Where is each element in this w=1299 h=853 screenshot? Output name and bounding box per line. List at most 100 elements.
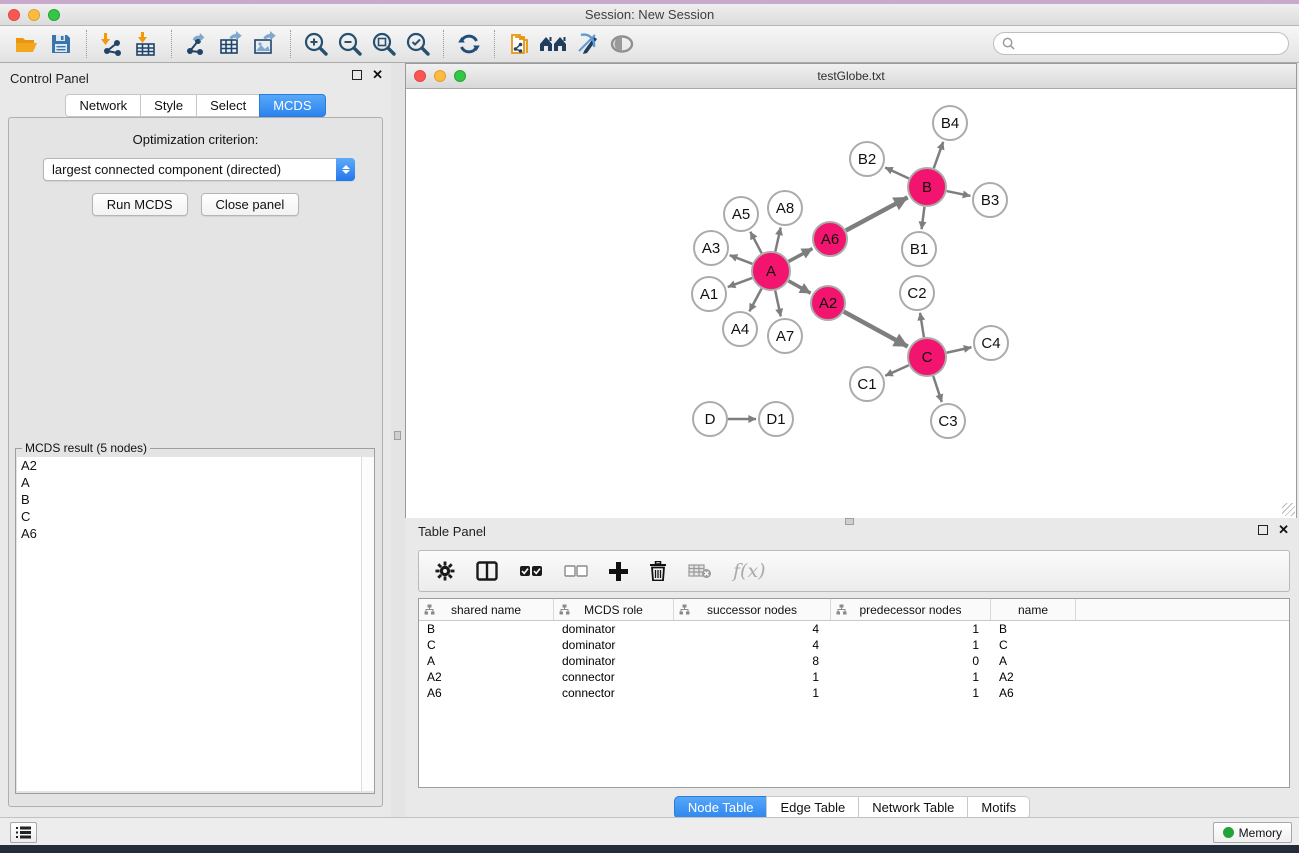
edge-C-C2[interactable]	[920, 313, 924, 337]
splitter-handle[interactable]	[394, 431, 401, 440]
node-label-B1: B1	[910, 241, 928, 258]
edge-A-A3[interactable]	[730, 255, 753, 264]
edge-C-C1[interactable]	[885, 365, 909, 376]
zoom-selected-button[interactable]	[401, 29, 435, 59]
result-item[interactable]: A	[17, 474, 361, 491]
result-item[interactable]: C	[17, 508, 361, 525]
cell: A2	[419, 669, 554, 685]
tab-edge-table[interactable]: Edge Table	[766, 796, 858, 819]
tab-network[interactable]: Network	[65, 94, 140, 117]
close-panel-icon[interactable]: ✕	[1278, 525, 1289, 535]
tab-select[interactable]: Select	[196, 94, 259, 117]
close-panel-button[interactable]: Close panel	[201, 193, 300, 216]
edge-C-C3[interactable]	[933, 376, 942, 402]
criterion-select[interactable]: largest connected component (directed)	[43, 158, 355, 181]
result-list-scrollbar[interactable]	[361, 457, 374, 791]
node-label-A8: A8	[776, 200, 794, 217]
cell: B	[991, 621, 1076, 637]
window-resize-grip[interactable]	[1282, 503, 1295, 516]
edge-A-A6[interactable]	[789, 249, 813, 262]
edge-B-B4[interactable]	[934, 142, 943, 168]
table-row[interactable]: A2connector11A2	[419, 669, 1289, 685]
column-header-MCDS-role[interactable]: MCDS role	[554, 599, 674, 620]
result-item[interactable]: A2	[17, 457, 361, 474]
edge-A2-C[interactable]	[844, 312, 908, 347]
import-table-button[interactable]	[129, 29, 163, 59]
edge-A-A1[interactable]	[728, 278, 752, 287]
toolbar-separator	[443, 30, 444, 58]
export-table-button[interactable]	[214, 29, 248, 59]
tab-style[interactable]: Style	[140, 94, 196, 117]
close-network-button[interactable]	[414, 70, 426, 82]
close-panel-icon[interactable]: ✕	[372, 70, 383, 80]
hide-graphics-details-button[interactable]	[571, 29, 605, 59]
tab-node-table[interactable]: Node Table	[674, 796, 767, 819]
search-input[interactable]	[1019, 37, 1269, 51]
export-network-button[interactable]	[180, 29, 214, 59]
delete-table-button[interactable]	[688, 563, 712, 579]
cell: A	[419, 653, 554, 669]
zoom-in-button[interactable]	[299, 29, 333, 59]
zoom-out-button[interactable]	[333, 29, 367, 59]
show-columns-button[interactable]	[476, 561, 498, 581]
column-header-shared-name[interactable]: shared name	[419, 599, 554, 620]
network-graph[interactable]: B4B2BB3A8A5A6A3B1AA1C2A2A4A7C4CC1C3DD1	[406, 90, 1296, 518]
minimize-network-button[interactable]	[434, 70, 446, 82]
import-network-button[interactable]	[95, 29, 129, 59]
minimize-window-button[interactable]	[28, 9, 40, 21]
table-settings-button[interactable]	[435, 561, 455, 581]
save-session-button[interactable]	[44, 29, 78, 59]
edge-A6-B[interactable]	[846, 197, 908, 230]
table-row[interactable]: Bdominator41B	[419, 621, 1289, 637]
edge-B-B3[interactable]	[947, 191, 971, 196]
edge-A-A8[interactable]	[775, 228, 780, 252]
column-header-predecessor-nodes[interactable]: predecessor nodes	[831, 599, 991, 620]
edge-B-B1[interactable]	[922, 207, 925, 229]
edge-B-B2[interactable]	[885, 167, 909, 178]
maximize-window-button[interactable]	[48, 9, 60, 21]
result-item[interactable]: A6	[17, 525, 361, 542]
deselect-all-columns-button[interactable]	[564, 564, 588, 578]
zoom-fit-button[interactable]	[367, 29, 401, 59]
float-panel-icon[interactable]	[352, 70, 362, 80]
column-header-successor-nodes[interactable]: successor nodes	[674, 599, 831, 620]
table-row[interactable]: Cdominator41C	[419, 637, 1289, 653]
search-field[interactable]	[993, 32, 1289, 55]
edge-A-A7[interactable]	[775, 291, 781, 317]
function-builder-button[interactable]: f(x)	[733, 560, 766, 582]
edge-A-A2[interactable]	[788, 281, 810, 293]
table-row[interactable]: A6connector11A6	[419, 685, 1289, 701]
first-neighbors-button[interactable]	[537, 29, 571, 59]
tab-network-table[interactable]: Network Table	[858, 796, 967, 819]
edge-A-A4[interactable]	[749, 289, 761, 312]
tab-motifs[interactable]: Motifs	[967, 796, 1030, 819]
panel-splitter-vertical[interactable]	[391, 63, 405, 817]
column-header-name[interactable]: name	[991, 599, 1076, 620]
mcds-result-group: MCDS result (5 nodes) A2ABCA6	[15, 448, 375, 794]
memory-button[interactable]: Memory	[1213, 822, 1292, 843]
tab-mcds[interactable]: MCDS	[259, 94, 325, 117]
select-all-columns-button[interactable]	[519, 564, 543, 578]
cell: A2	[991, 669, 1076, 685]
network-canvas[interactable]: B4B2BB3A8A5A6A3B1AA1C2A2A4A7C4CC1C3DD1	[406, 90, 1296, 518]
export-image-button[interactable]	[248, 29, 282, 59]
float-panel-icon[interactable]	[1258, 525, 1268, 535]
delete-column-button[interactable]	[649, 561, 667, 581]
edge-C-C4[interactable]	[947, 347, 972, 352]
network-window-titlebar[interactable]: testGlobe.txt	[406, 64, 1296, 89]
mcds-result-title: MCDS result (5 nodes)	[22, 441, 150, 455]
apply-layout-button[interactable]	[452, 29, 486, 59]
memory-status-icon	[1223, 827, 1234, 838]
run-mcds-button[interactable]: Run MCDS	[92, 193, 188, 216]
close-window-button[interactable]	[8, 9, 20, 21]
new-network-from-selection-button[interactable]	[503, 29, 537, 59]
open-session-button[interactable]	[10, 29, 44, 59]
cell: B	[419, 621, 554, 637]
task-history-button[interactable]	[10, 822, 37, 843]
result-item[interactable]: B	[17, 491, 361, 508]
maximize-network-button[interactable]	[454, 70, 466, 82]
table-row[interactable]: Adominator80A	[419, 653, 1289, 669]
show-graphics-details-button[interactable]	[605, 29, 639, 59]
create-column-button[interactable]	[609, 562, 628, 581]
edge-A-A5[interactable]	[750, 232, 761, 254]
